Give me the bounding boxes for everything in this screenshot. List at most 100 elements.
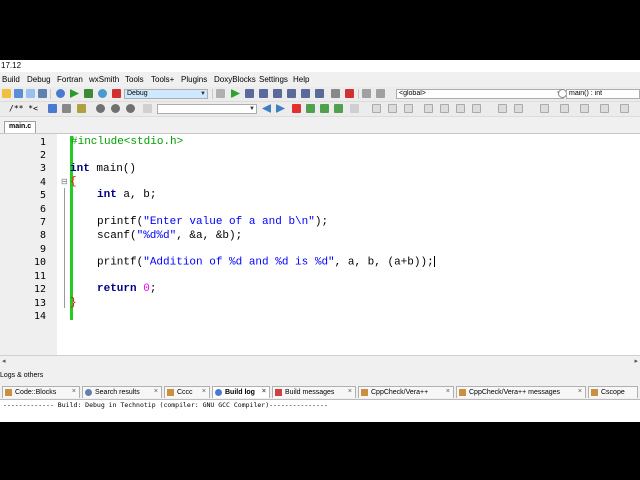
- wx-checkbox-icon[interactable]: [472, 104, 481, 113]
- menu-settings[interactable]: Settings: [259, 75, 288, 84]
- menu-debug[interactable]: Debug: [27, 75, 51, 84]
- match-icon[interactable]: [320, 104, 329, 113]
- menu-help[interactable]: Help: [293, 75, 309, 84]
- line-number: 10: [33, 257, 46, 268]
- debug-window-icon[interactable]: [216, 89, 225, 98]
- step-out-icon[interactable]: [287, 89, 296, 98]
- zoom-icon[interactable]: [334, 104, 343, 113]
- step-into-instruction-icon[interactable]: [315, 89, 324, 98]
- build-and-run-icon[interactable]: [84, 89, 93, 98]
- menu-plugins[interactable]: Plugins: [181, 75, 207, 84]
- code-line-3: int main(): [70, 163, 137, 175]
- build-target-select[interactable]: Debug ▼: [124, 89, 208, 99]
- bookmark-prev-icon[interactable]: [96, 104, 105, 113]
- wx-dialog-icon[interactable]: [404, 104, 413, 113]
- build-log-line: ------------- Build: Debug in Technotip …: [3, 401, 328, 409]
- wx-status-icon[interactable]: [620, 104, 629, 113]
- menu-doxyblocks[interactable]: DoxyBlocks: [214, 75, 256, 84]
- tab-cppcheck-vera[interactable]: CppCheck/Vera++ ×: [358, 386, 454, 398]
- line-number: 5: [39, 190, 46, 201]
- menu-fortran[interactable]: Fortran: [57, 75, 83, 84]
- function-select[interactable]: main() : int: [566, 89, 640, 99]
- line-number: 4: [39, 177, 46, 188]
- menu-tools[interactable]: Tools: [125, 75, 144, 84]
- code-line-7: printf("Enter value of a and b\n");: [97, 216, 329, 228]
- menu-wxsmith[interactable]: wxSmith: [89, 75, 119, 84]
- line-number: 1: [39, 137, 46, 148]
- menu-build[interactable]: Build: [2, 75, 20, 84]
- menu-tools-plus[interactable]: Tools+: [151, 75, 174, 84]
- doxy-comment-button[interactable]: /** *<: [9, 104, 38, 113]
- next-instruction-icon[interactable]: [301, 89, 310, 98]
- tool-a-icon[interactable]: [350, 104, 359, 113]
- fold-minus-icon[interactable]: ⊟: [61, 177, 68, 186]
- line-number: 8: [39, 230, 46, 241]
- wx-grid-icon[interactable]: [540, 104, 549, 113]
- code-line-13: }: [70, 297, 77, 309]
- doxy-extract-icon[interactable]: [48, 104, 57, 113]
- rebuild-icon[interactable]: [98, 89, 107, 98]
- wx-list-icon[interactable]: [498, 104, 507, 113]
- select-icon[interactable]: [306, 104, 315, 113]
- open-folder-icon[interactable]: [2, 89, 11, 98]
- scope-select[interactable]: <global>▼: [396, 89, 564, 99]
- doxy-config-icon[interactable]: [62, 104, 71, 113]
- build-gear-icon[interactable]: [56, 89, 65, 98]
- tab-cppcheck-vera-messages[interactable]: CppCheck/Vera++ messages ×: [456, 386, 586, 398]
- code-line-5: int a, b;: [97, 189, 157, 201]
- code-line-10: printf("Addition of %d and %d is %d", a,…: [97, 256, 435, 269]
- tab-cccc[interactable]: Cccc ×: [164, 386, 210, 398]
- wx-toolbar-icon[interactable]: [600, 104, 609, 113]
- codeblocks-window: 17.12 Build Debug Fortran wxSmith Tools …: [0, 60, 640, 422]
- run-icon[interactable]: [70, 89, 79, 98]
- abort-icon[interactable]: [112, 89, 121, 98]
- wx-window-icon[interactable]: [372, 104, 381, 113]
- debug-windows-icon[interactable]: [362, 89, 371, 98]
- line-number: 3: [39, 163, 46, 174]
- code-line-12: return 0;: [97, 283, 157, 295]
- line-number: 14: [33, 311, 46, 322]
- tab-build-messages[interactable]: Build messages ×: [272, 386, 356, 398]
- step-into-icon[interactable]: [273, 89, 282, 98]
- jump-back-icon[interactable]: [262, 104, 271, 113]
- build-log-output: ------------- Build: Debug in Technotip …: [0, 400, 640, 422]
- various-info-icon[interactable]: [376, 89, 385, 98]
- wx-panel-icon[interactable]: [424, 104, 433, 113]
- jump-forward-icon[interactable]: [276, 104, 285, 113]
- wx-combo-icon[interactable]: [514, 104, 523, 113]
- stop-debugger-icon[interactable]: [345, 89, 354, 98]
- bookmark-next-icon[interactable]: [126, 104, 135, 113]
- pause-icon[interactable]: [331, 89, 340, 98]
- wx-menu-icon[interactable]: [580, 104, 589, 113]
- highlight-icon[interactable]: [292, 104, 301, 113]
- tab-cscope[interactable]: Cscope: [588, 386, 638, 398]
- wx-button-icon[interactable]: [440, 104, 449, 113]
- scroll-right-icon[interactable]: ▸: [634, 357, 638, 365]
- tab-search-results[interactable]: Search results ×: [82, 386, 162, 398]
- search-combo[interactable]: ▼: [157, 104, 257, 114]
- tab-codeblocks-log[interactable]: Code::Blocks ×: [2, 386, 80, 398]
- tab-build-log[interactable]: Build log ×: [212, 386, 270, 398]
- edit-brush-icon[interactable]: [77, 104, 86, 113]
- debug-continue-icon[interactable]: [231, 89, 240, 98]
- wx-frame-icon[interactable]: [388, 104, 397, 113]
- scroll-left-icon[interactable]: ◂: [2, 357, 6, 365]
- menu-bar: Build Debug Fortran wxSmith Tools Tools+…: [0, 73, 640, 87]
- text-cursor: [433, 256, 435, 267]
- logs-tabs: Code::Blocks × Search results × Cccc × Buil…: [0, 385, 640, 400]
- code-line-1: #include<stdio.h>: [71, 136, 184, 148]
- bookmark-toggle-icon[interactable]: [111, 104, 120, 113]
- code-editor[interactable]: 1 2 3 4 5 6 7 8 9 10 11 12 13 14 ⊟ #incl…: [0, 133, 640, 366]
- title-bar: 17.12: [0, 60, 640, 72]
- save-icon[interactable]: [14, 89, 23, 98]
- wx-sizer-icon[interactable]: [560, 104, 569, 113]
- tab-main-c[interactable]: main.c: [4, 121, 36, 133]
- line-number: 12: [33, 284, 46, 295]
- code-completion-icon[interactable]: [143, 104, 152, 113]
- next-line-icon[interactable]: [259, 89, 268, 98]
- run-to-cursor-icon[interactable]: [245, 89, 254, 98]
- horizontal-scrollbar[interactable]: ◂ ▸: [0, 355, 640, 367]
- save-all-icon[interactable]: [38, 89, 47, 98]
- wx-text-icon[interactable]: [456, 104, 465, 113]
- line-number: 7: [39, 217, 46, 228]
